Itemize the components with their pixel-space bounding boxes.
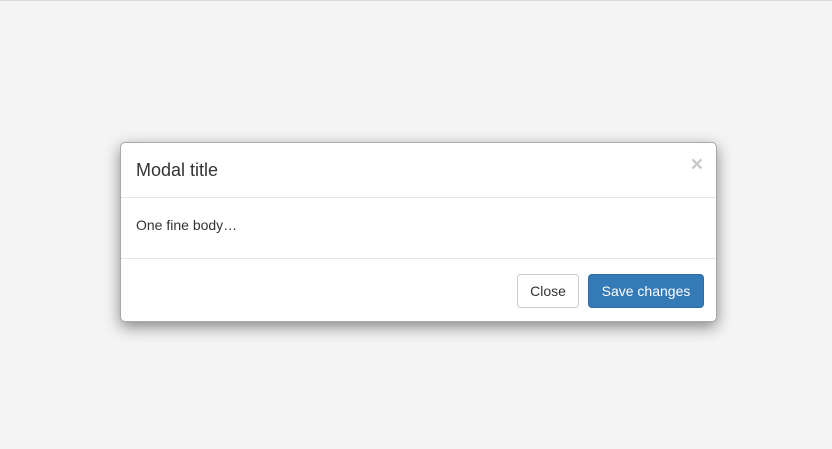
modal-footer: Close Save changes [121, 259, 716, 321]
modal-body: One fine body… [121, 198, 716, 259]
save-changes-button[interactable]: Save changes [588, 274, 704, 308]
modal-dialog: Modal title × One fine body… Close Save … [120, 142, 717, 322]
close-button[interactable]: Close [517, 274, 579, 308]
close-icon[interactable]: × [691, 154, 703, 175]
modal-title: Modal title [136, 160, 219, 180]
modal-header: Modal title × [121, 143, 716, 198]
top-divider [0, 0, 832, 1]
modal-body-text: One fine body… [136, 217, 238, 233]
